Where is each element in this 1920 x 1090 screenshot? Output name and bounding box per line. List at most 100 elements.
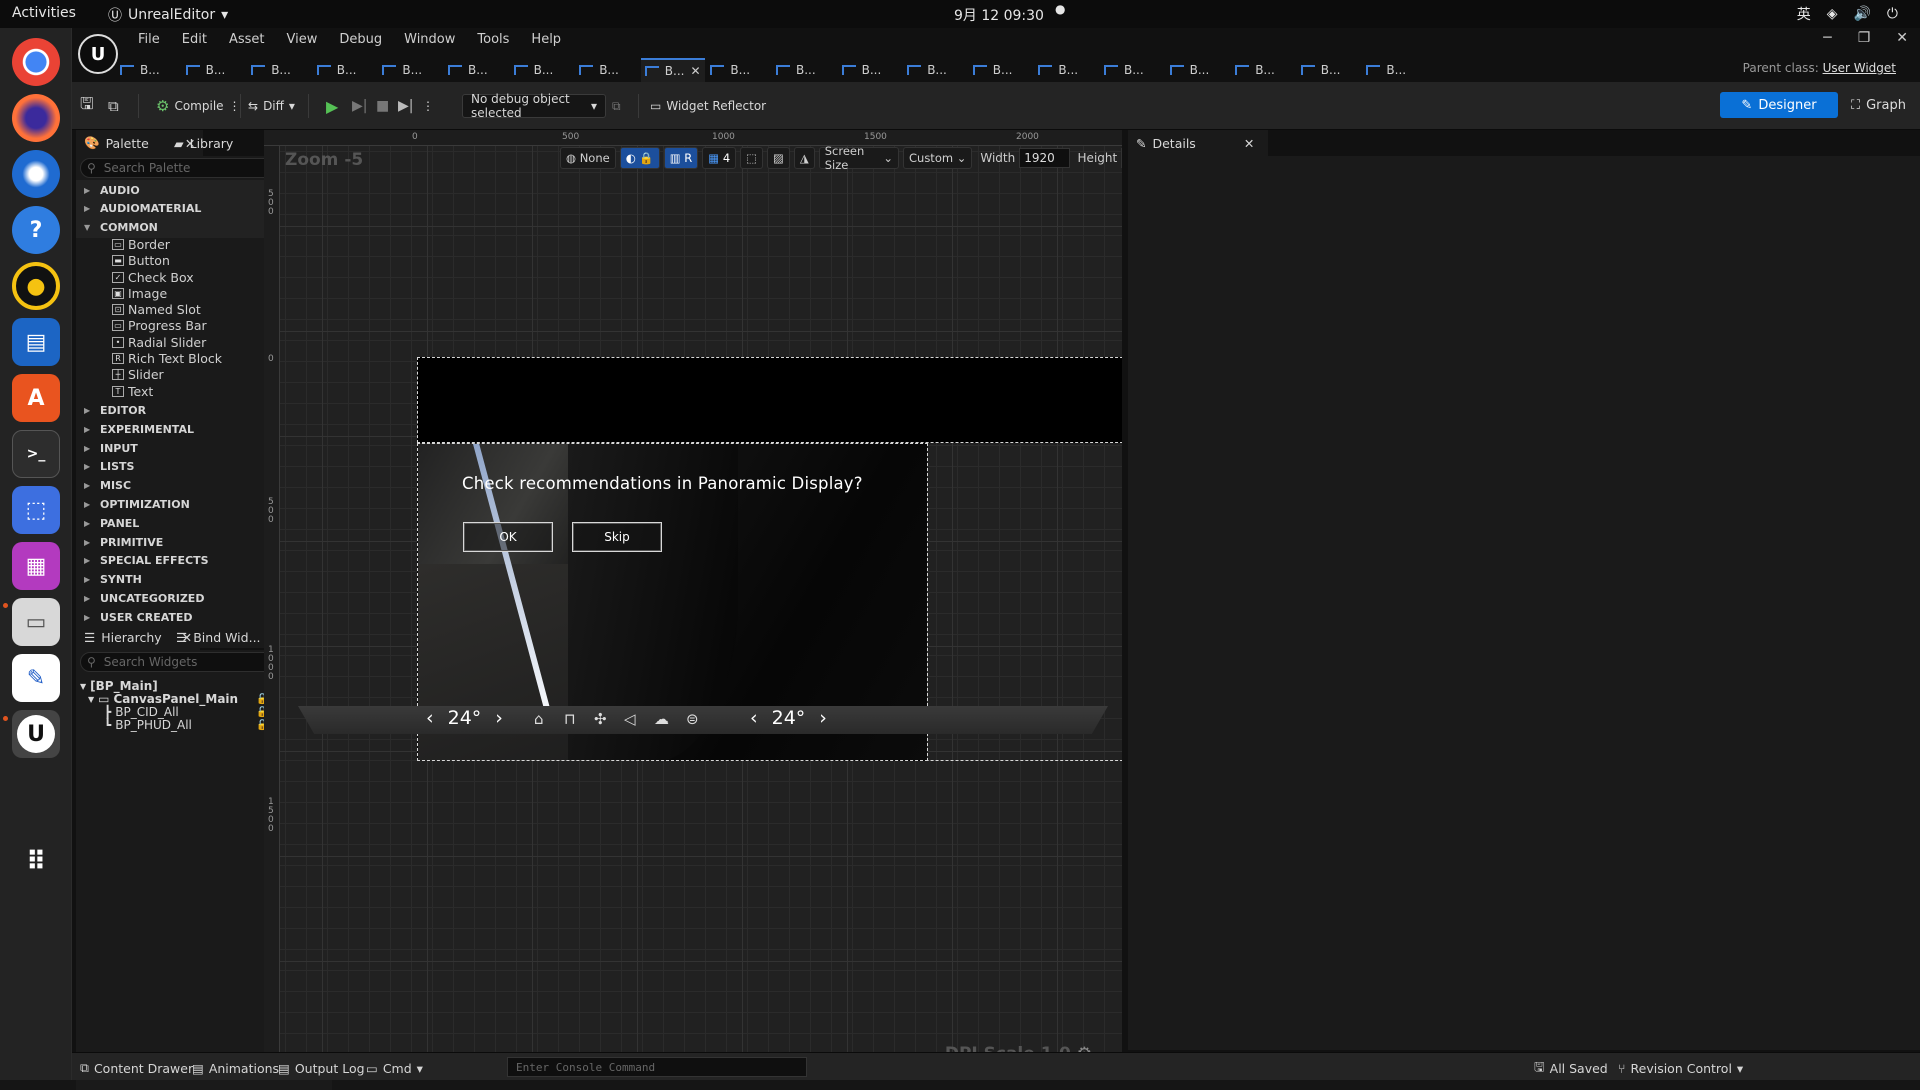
chevron-left-icon[interactable]: ‹ — [750, 707, 758, 729]
app-menu[interactable]: Ⓤ UnrealEditor ▾ — [108, 5, 228, 25]
menu-debug[interactable]: Debug — [339, 32, 382, 47]
localization-dropdown[interactable]: ◍ None — [560, 147, 616, 169]
console-input[interactable]: Enter Console Command — [507, 1057, 807, 1077]
document-tab[interactable]: B... — [1166, 58, 1214, 82]
document-tab[interactable]: B... — [838, 58, 886, 82]
compile-button[interactable]: ⚙ Compile ⋮ — [156, 94, 241, 118]
activities-button[interactable]: Activities — [12, 5, 76, 21]
chevron-left-icon[interactable]: ‹ — [426, 707, 434, 729]
libreoffice-writer-icon[interactable]: ▤ — [12, 318, 60, 366]
palette-item[interactable]: ┼ Slider — [112, 366, 164, 384]
all-saved-button[interactable]: 🖫 All Saved — [1534, 1059, 1608, 1077]
revision-control-button[interactable]: ⑂ Revision Control ▾ — [1618, 1059, 1743, 1077]
clock[interactable]: 9月 12 09:30 — [954, 5, 1044, 25]
tab-details[interactable]: ✎ Details ✕ — [1128, 130, 1268, 156]
document-tab[interactable]: B... — [313, 58, 361, 82]
menu-view[interactable]: View — [287, 32, 318, 47]
menu-circle-icon[interactable]: ⊜ — [686, 710, 699, 728]
grid-snap-toggle[interactable]: ▦ 4 — [702, 147, 737, 169]
tab-bind-widgets[interactable]: ☰ Bind Wid... — [168, 624, 269, 650]
flip-toggle[interactable]: ◮ — [793, 147, 815, 169]
document-tab[interactable]: B... — [1100, 58, 1148, 82]
palette-item[interactable]: R Rich Text Block — [112, 350, 222, 368]
firefox-icon[interactable] — [12, 94, 60, 142]
video-icon[interactable]: ▦ — [12, 542, 60, 590]
document-tab[interactable]: B... — [378, 58, 426, 82]
diff-button[interactable]: ⇆ Diff ▾ — [248, 94, 295, 118]
designer-viewport[interactable]: 0 500 1000 1500 2000 5 0 0 0 5 0 0 1 0 0… — [264, 130, 1122, 1076]
graph-button[interactable]: ⛶ Graph — [1851, 92, 1906, 118]
menu-help[interactable]: Help — [531, 32, 561, 47]
more-options-icon[interactable]: ⋮ — [229, 99, 241, 113]
ime-indicator[interactable]: 英 — [1797, 4, 1811, 24]
content-drawer-button[interactable]: ⧉ Content Drawer — [80, 1059, 193, 1077]
outline-toggle[interactable]: ⬚ — [740, 147, 764, 169]
tree-item-bp-phud[interactable]: ┗BP_PHUD_All🔓👁 — [104, 717, 284, 733]
fan-icon[interactable]: ✣ — [594, 710, 607, 728]
document-tab[interactable]: B... — [116, 58, 164, 82]
document-tab[interactable]: B... — [969, 58, 1017, 82]
document-tab[interactable]: B... — [1034, 58, 1082, 82]
palette-item[interactable]: ✓ Check Box — [112, 268, 194, 286]
help-icon[interactable]: ? — [12, 206, 60, 254]
chevron-right-icon[interactable]: › — [495, 707, 503, 729]
palette-item[interactable]: T Text — [112, 382, 153, 400]
menu-tools[interactable]: Tools — [477, 32, 509, 47]
minimize-icon[interactable]: ─ — [1823, 30, 1831, 46]
palette-item[interactable]: ▬ Button — [112, 252, 170, 270]
debug-filter-icon[interactable]: ⧉ — [612, 94, 621, 118]
document-tab[interactable]: B... — [444, 58, 492, 82]
thunderbird-icon[interactable] — [12, 150, 60, 198]
animations-button[interactable]: ▤ Animations — [192, 1059, 279, 1077]
menu-asset[interactable]: Asset — [229, 32, 265, 47]
home-icon[interactable]: ⌂ — [534, 710, 544, 728]
palette-item[interactable]: ⊡ Named Slot — [112, 301, 201, 319]
stop-icon[interactable]: ■ — [376, 94, 389, 118]
navigation-icon[interactable]: ◁ — [624, 710, 636, 728]
eject-icon[interactable]: ▶| — [398, 94, 413, 118]
output-log-button[interactable]: ▤ Output Log — [278, 1059, 365, 1077]
unreal-editor-icon[interactable]: U — [12, 710, 60, 758]
screen-size-dropdown[interactable]: Screen Size ⌄ — [818, 144, 899, 172]
restore-icon[interactable]: ❐ — [1858, 30, 1871, 46]
document-tab[interactable]: B... — [1231, 58, 1279, 82]
hud-bar[interactable]: ‹ 24° › ⌂ ⊓ ✣ ◁ ☁ ⊜ ‹ 24° › — [298, 706, 1108, 734]
widget-reflector-button[interactable]: ▭ Widget Reflector — [650, 94, 766, 118]
document-tab[interactable]: B... — [575, 58, 623, 82]
skip-button[interactable]: Skip — [572, 522, 662, 552]
chrome-icon[interactable] — [12, 38, 60, 86]
tab-library[interactable]: ▰ Library — [166, 130, 241, 156]
palette-item[interactable]: ▭ Border — [112, 235, 170, 253]
step-icon[interactable]: ▶| — [352, 94, 367, 118]
palette-item[interactable]: ▭ Progress Bar — [112, 317, 207, 335]
document-tab[interactable]: B... — [510, 58, 558, 82]
close-icon[interactable]: ✕ — [1244, 136, 1254, 151]
document-tab[interactable]: B... — [1297, 58, 1345, 82]
width-field[interactable]: 1920 — [1019, 148, 1070, 168]
document-tab[interactable]: B... — [247, 58, 295, 82]
save-icon[interactable]: 🖫 — [80, 94, 94, 118]
fill-screen-dropdown[interactable]: Custom ⌄ — [903, 147, 973, 169]
screenshot-icon[interactable]: ⬚ — [12, 486, 60, 534]
menu-edit[interactable]: Edit — [182, 32, 207, 47]
document-tab[interactable]: B... — [772, 58, 820, 82]
browse-icon[interactable]: ⧉ — [108, 94, 119, 118]
close-icon[interactable]: ✕ — [1896, 30, 1908, 46]
ok-button[interactable]: OK — [463, 522, 553, 552]
chevron-right-icon[interactable]: › — [819, 707, 827, 729]
respect-locks-toggle[interactable]: ◐ 🔒 — [619, 147, 660, 169]
debug-object-dropdown[interactable]: No debug object selected ▾ — [462, 92, 606, 120]
document-tab[interactable]: B... — [182, 58, 230, 82]
text-editor-icon[interactable]: ✎ — [12, 654, 60, 702]
menu-window[interactable]: Window — [404, 32, 455, 47]
layout-toggle[interactable]: ▥ R — [663, 147, 699, 169]
play-icon[interactable]: ▶ — [326, 94, 338, 118]
app-grid-icon[interactable]: ⠿ — [12, 838, 60, 886]
rhythmbox-icon[interactable]: ● — [12, 262, 60, 310]
close-icon[interactable]: ✕ — [690, 64, 700, 78]
temp-left-control[interactable]: ‹ 24° › — [426, 707, 503, 729]
document-tab[interactable]: B... — [706, 58, 754, 82]
files-icon[interactable]: ▭ — [12, 598, 60, 646]
system-tray[interactable]: 英 ◈ 🔊 ⏻ — [1797, 4, 1898, 24]
bp-cid-widget[interactable] — [417, 357, 1122, 443]
